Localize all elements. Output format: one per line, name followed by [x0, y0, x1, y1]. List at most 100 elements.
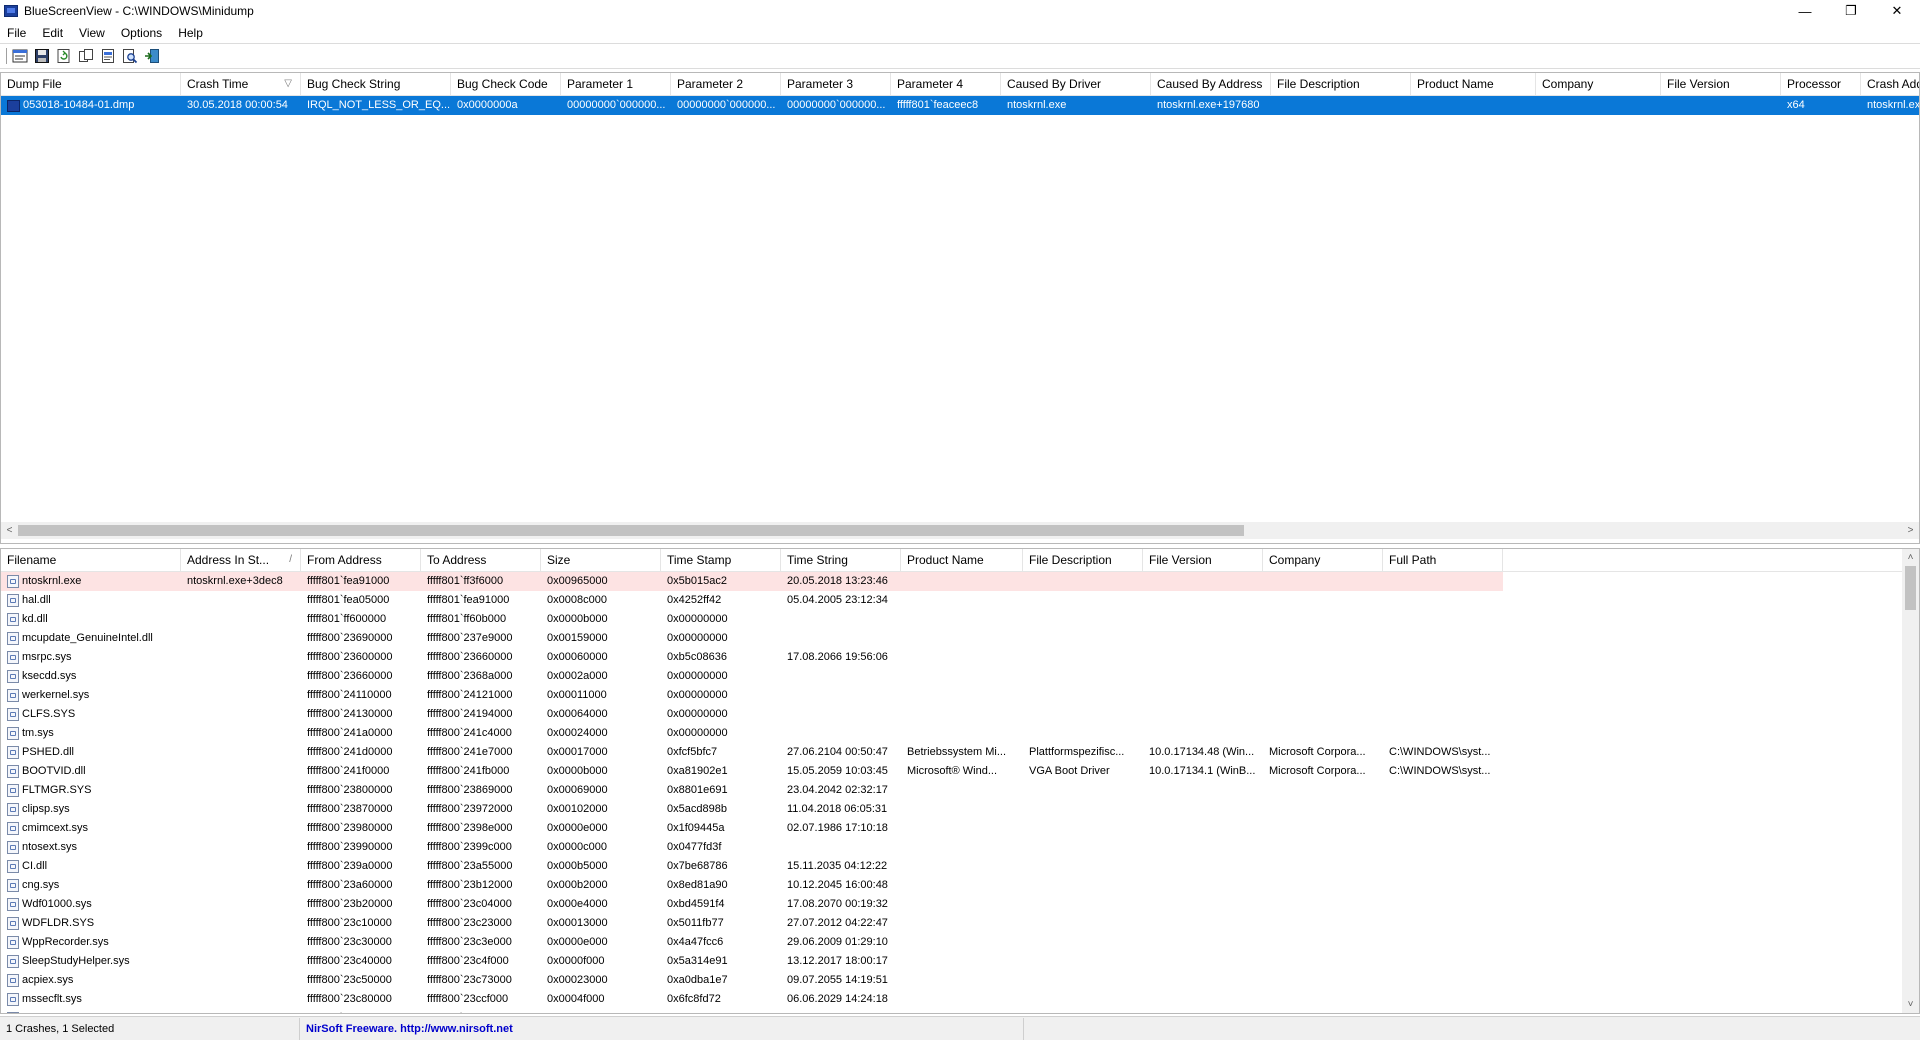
module-row[interactable]: cmimcext.sys fffff800`23980000 fffff800`23… — [1, 819, 1919, 838]
table-cell: fffff800`23660000 — [427, 651, 513, 663]
modules-column-header[interactable]: File Description — [1023, 549, 1143, 571]
dumps-column-header[interactable]: Company — [1536, 73, 1661, 95]
modules-column-header[interactable]: Address In St... / — [181, 549, 301, 571]
module-row[interactable]: cng.sys fffff800`23a60000 fffff800`23b1200… — [1, 876, 1919, 895]
table-cell — [181, 648, 301, 667]
modules-column-header[interactable]: Company — [1263, 549, 1383, 571]
table-cell — [1383, 895, 1503, 914]
find-button[interactable] — [121, 47, 139, 65]
modules-column-header[interactable]: Full Path — [1383, 549, 1503, 571]
modules-column-header[interactable]: From Address — [301, 549, 421, 571]
module-row[interactable]: hal.dll fffff801`fea05000 fffff801`fea9100… — [1, 591, 1919, 610]
dumps-column-header[interactable]: Parameter 4 — [891, 73, 1001, 95]
module-row[interactable]: CI.dll fffff800`239a0000 fffff800`23a55000… — [1, 857, 1919, 876]
column-header-label: From Address — [307, 553, 382, 567]
scroll-down-icon[interactable]: ˅ — [1902, 996, 1919, 1013]
table-cell: ntoskrnl.exe+3dec8 — [181, 572, 301, 591]
dumps-column-header[interactable]: Product Name — [1411, 73, 1536, 95]
minimize-button[interactable]: — — [1782, 0, 1828, 22]
scroll-thumb[interactable] — [1905, 566, 1916, 610]
table-cell: 0xa0dba1e7 — [667, 974, 728, 986]
copy-button[interactable] — [77, 47, 95, 65]
module-row[interactable]: mcupdate_GenuineIntel.dll fffff800`236900… — [1, 629, 1919, 648]
table-cell — [1023, 819, 1143, 838]
module-row[interactable]: mssecflt.sys fffff800`23c80000 fffff800`23… — [1, 990, 1919, 1009]
module-row[interactable]: acpiex.sys fffff800`23c50000 fffff800`23c7… — [1, 971, 1919, 990]
cell-text: CLFS.SYS — [22, 708, 76, 720]
refresh-button[interactable] — [55, 47, 73, 65]
module-row[interactable]: tm.sys fffff800`241a0000 fffff800`241c4000… — [1, 724, 1919, 743]
table-cell: 0x00159000 — [547, 632, 608, 644]
scroll-left-icon[interactable]: < — [1, 522, 18, 539]
modules-column-header[interactable]: Size — [541, 549, 661, 571]
table-cell — [901, 724, 1023, 743]
dumps-column-header[interactable]: Processor — [1781, 73, 1861, 95]
dumps-column-header[interactable]: Parameter 1 — [561, 73, 671, 95]
module-row[interactable]: ntoskrnl.exe ntoskrnl.exe+3dec8 fffff801`f… — [1, 572, 1919, 591]
table-cell — [1263, 686, 1383, 705]
close-button[interactable]: ✕ — [1874, 0, 1920, 22]
module-row[interactable]: WDFLDR.SYS fffff800`23c10000 fffff800`23c2… — [1, 914, 1919, 933]
exit-button[interactable] — [143, 47, 161, 65]
window-title: BlueScreenView - C:\WINDOWS\Minidump — [24, 4, 254, 18]
modules-column-header[interactable]: Time Stamp — [661, 549, 781, 571]
table-cell — [1263, 933, 1383, 952]
dumps-column-header[interactable]: Parameter 2 — [671, 73, 781, 95]
menu-file[interactable]: File — [0, 26, 34, 40]
crash-dumps-rows: 053018-10484-01.dmp 30.05.2018 00:00:54 IR… — [1, 96, 1919, 115]
menu-options[interactable]: Options — [113, 26, 170, 40]
dumps-column-header[interactable]: Bug Check Code — [451, 73, 561, 95]
modules-column-header[interactable]: Filename — [1, 549, 181, 571]
dumps-column-header[interactable]: Caused By Address — [1151, 73, 1271, 95]
menu-edit[interactable]: Edit — [34, 26, 71, 40]
scroll-right-icon[interactable]: > — [1902, 522, 1919, 539]
table-cell — [1383, 667, 1503, 686]
module-row[interactable]: ksecdd.sys fffff800`23660000 fffff800`2368… — [1, 667, 1919, 686]
table-cell: Microsoft Corpora... — [1269, 746, 1366, 758]
menu-help[interactable]: Help — [170, 26, 211, 40]
save-button[interactable] — [33, 47, 51, 65]
dumps-column-header[interactable]: File Description — [1271, 73, 1411, 95]
dumps-column-header[interactable]: File Version — [1661, 73, 1781, 95]
module-row[interactable]: CLFS.SYS fffff800`24130000 fffff800`241940… — [1, 705, 1919, 724]
table-cell — [1383, 572, 1503, 591]
dumps-column-header[interactable]: Caused By Driver — [1001, 73, 1151, 95]
properties-button[interactable] — [11, 47, 29, 65]
dumps-column-header[interactable]: Parameter 3 — [781, 73, 891, 95]
nirsoft-link[interactable]: NirSoft Freeware. http://www.nirsoft.net — [300, 1017, 1024, 1040]
dumps-column-header[interactable]: Bug Check String — [301, 73, 451, 95]
modules-column-header[interactable]: Product Name — [901, 549, 1023, 571]
table-cell: fffff800`237e9000 — [427, 632, 513, 644]
module-row[interactable]: kd.dll fffff801`ff600000 fffff801`ff60b000… — [1, 610, 1919, 629]
restore-button[interactable]: ❐ — [1828, 0, 1874, 22]
dumps-column-header[interactable]: Dump File — [1, 73, 181, 95]
module-row[interactable]: clipsp.sys fffff800`23870000 fffff800`2397… — [1, 800, 1919, 819]
modules-column-header[interactable]: To Address — [421, 549, 541, 571]
scroll-up-icon[interactable]: ˄ — [1902, 549, 1919, 566]
table-cell — [1023, 857, 1143, 876]
module-row[interactable]: SleepStudyHelper.sys fffff800`23c40000 fff… — [1, 952, 1919, 971]
module-row[interactable]: Sgrm... fffff800`23cd0000fffff800`23ce500… — [1, 1009, 1919, 1013]
module-row[interactable]: Wdf01000.sys fffff800`23b20000 fffff800`23… — [1, 895, 1919, 914]
cell-text: Sgrm... — [22, 1009, 57, 1013]
module-row[interactable]: msrpc.sys fffff800`23600000 fffff800`23660… — [1, 648, 1919, 667]
menu-view[interactable]: View — [71, 26, 113, 40]
dumps-column-header[interactable]: Crash Time ▽ — [181, 73, 301, 95]
module-row[interactable]: BOOTVID.dll fffff800`241f0000 fffff800`241… — [1, 762, 1919, 781]
module-row[interactable]: WppRecorder.sys fffff800`23c30000 fffff800… — [1, 933, 1919, 952]
crash-dumps-horizontal-scrollbar[interactable]: < > — [1, 522, 1919, 539]
module-row[interactable]: FLTMGR.SYS fffff800`23800000 fffff800`2386… — [1, 781, 1919, 800]
loaded-modules-vertical-scrollbar[interactable]: ˄ ˅ — [1902, 549, 1919, 1013]
module-row[interactable]: ntosext.sys fffff800`23990000 fffff800`239… — [1, 838, 1919, 857]
dumps-column-header[interactable]: Crash Address — [1861, 73, 1919, 95]
module-row[interactable]: werkernel.sys fffff800`24110000 fffff800`2… — [1, 686, 1919, 705]
table-cell — [181, 743, 301, 762]
scroll-thumb[interactable] — [18, 525, 1244, 536]
module-row[interactable]: PSHED.dll fffff800`241d0000 fffff800`241e7… — [1, 743, 1919, 762]
module-file-icon — [7, 822, 19, 835]
modules-column-header[interactable]: Time String — [781, 549, 901, 571]
html-report-button[interactable] — [99, 47, 117, 65]
table-cell — [181, 933, 301, 952]
crash-dump-row[interactable]: 053018-10484-01.dmp 30.05.2018 00:00:54 IR… — [1, 96, 1919, 115]
modules-column-header[interactable]: File Version — [1143, 549, 1263, 571]
